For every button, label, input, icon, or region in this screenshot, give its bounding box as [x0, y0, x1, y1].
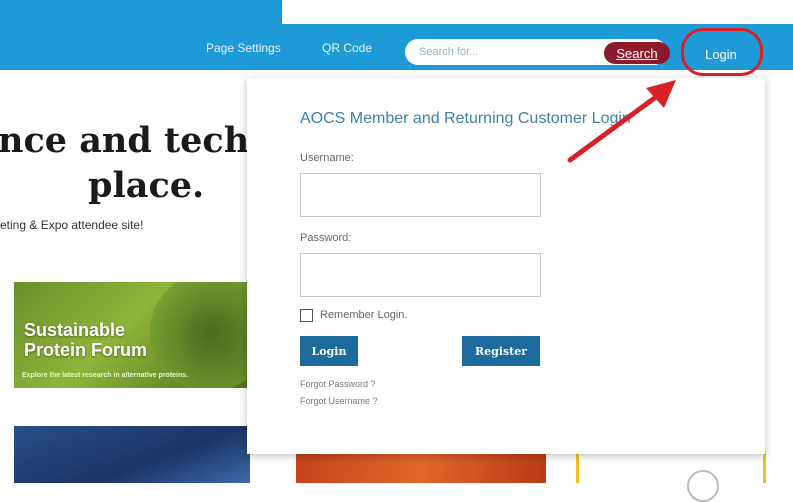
username-field[interactable]	[300, 173, 541, 217]
qr-code-link[interactable]: QR Code	[322, 41, 372, 55]
register-button[interactable]: Register	[462, 336, 540, 366]
top-navigation-bar	[0, 24, 793, 70]
sustainable-protein-forum-banner[interactable]: Sustainable Protein Forum Explore the la…	[14, 282, 250, 388]
password-field[interactable]	[300, 253, 541, 297]
login-submit-button[interactable]: Login	[300, 336, 358, 366]
page-settings-link[interactable]: Page Settings	[206, 41, 281, 55]
page-headline-line2: place.	[88, 165, 205, 206]
page-headline-line1: nce and techı	[0, 120, 263, 161]
thumbnail-image-orange[interactable]	[296, 452, 546, 483]
thumbnail-image-blue[interactable]	[14, 426, 250, 483]
login-panel: AOCS Member and Returning Customer Login…	[247, 78, 765, 454]
topbar-tab	[0, 0, 282, 24]
promo-subtitle: Explore the latest research in alternati…	[22, 372, 189, 379]
promo-title-line2: Protein Forum	[24, 340, 148, 360]
attendee-site-text: eting & Expo attendee site!	[0, 218, 144, 232]
promo-title: Sustainable Protein Forum	[24, 320, 147, 360]
login-panel-title: AOCS Member and Returning Customer Login	[300, 110, 631, 127]
username-label: Username:	[300, 152, 354, 164]
search-button[interactable]: Search	[604, 42, 670, 64]
forgot-username-link[interactable]: Forgot Username ?	[300, 396, 378, 406]
remember-login-label: Remember Login.	[320, 309, 408, 321]
password-label: Password:	[300, 232, 352, 244]
promo-title-line1: Sustainable	[24, 320, 126, 340]
annotation-highlight-ring	[681, 28, 763, 76]
thumbnail-card-yellow[interactable]	[576, 452, 766, 502]
remember-login-checkbox[interactable]	[300, 309, 313, 322]
forgot-password-link[interactable]: Forgot Password ?	[300, 379, 376, 389]
